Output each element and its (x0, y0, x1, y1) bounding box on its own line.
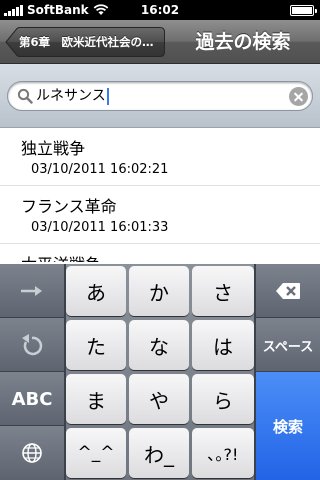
clear-search-button[interactable] (289, 87, 308, 106)
list-item-title: フランス革命 (21, 197, 117, 216)
search-icon (17, 88, 33, 104)
list-item-title: 太平洋戦争 (21, 251, 101, 262)
globe-key[interactable] (0, 426, 64, 480)
kana-key-na[interactable]: な (129, 320, 189, 370)
keyboard-divider (256, 371, 320, 372)
kana-key-ka[interactable]: か (129, 266, 189, 316)
delete-key[interactable] (256, 264, 320, 318)
search-input-value: ルネサンス (36, 88, 106, 104)
search-input-value-wrap: ルネサンス (36, 82, 109, 110)
cursor-arrow-key[interactable] (0, 264, 64, 318)
search-bar: ルネサンス (0, 64, 320, 128)
navigation-bar: 第6章 欧米近代社会の… 過去の検索 (0, 20, 320, 64)
keyboard-divider (0, 371, 64, 372)
list-item[interactable]: 太平洋戦争 (0, 244, 320, 262)
page-title: 過去の検索 (195, 31, 291, 53)
globe-icon (22, 443, 42, 463)
undo-icon (22, 334, 43, 356)
list-item[interactable]: 独立戦争 03/10/2011 16:02:21 (0, 128, 320, 186)
back-button[interactable]: 第6章 欧米近代社会の… (5, 27, 165, 57)
undo-key[interactable] (0, 318, 64, 372)
japanese-kana-keyboard: ABC あ か さ た な は ま や ら ^_^ わ_ ､｡?! スペース 検… (0, 264, 320, 480)
battery-icon (290, 5, 317, 16)
list-item-title: 独立戦争 (21, 139, 86, 158)
kana-key-sa[interactable]: さ (192, 266, 254, 316)
keyboard-divider (0, 425, 64, 426)
list-item-timestamp: 03/10/2011 16:01:33 (31, 220, 169, 235)
search-key[interactable]: 検索 (256, 372, 320, 480)
kana-key-ha[interactable]: は (192, 320, 254, 370)
abc-key[interactable]: ABC (0, 372, 64, 426)
kana-key-dakuten[interactable]: ^_^ (66, 428, 126, 478)
status-bar: SoftBank 16:02 (0, 0, 320, 20)
arrow-right-icon (21, 286, 42, 296)
kana-key-ma[interactable]: ま (66, 374, 126, 424)
search-input[interactable]: ルネサンス (7, 81, 313, 111)
delete-backspace-icon (276, 283, 300, 299)
list-item-timestamp: 03/10/2011 16:02:21 (31, 162, 169, 177)
kana-key-ra[interactable]: ら (192, 374, 254, 424)
battery-fill (292, 7, 312, 14)
space-key[interactable]: スペース (256, 318, 320, 372)
back-button-label: 第6章 欧米近代社会の… (19, 35, 154, 49)
results-list: 独立戦争 03/10/2011 16:02:21 フランス革命 03/10/20… (0, 128, 320, 262)
keyboard-divider (254, 264, 256, 480)
kana-key-ya[interactable]: や (129, 374, 189, 424)
text-caret (106, 87, 109, 105)
keyboard-divider (0, 317, 64, 318)
keyboard-divider (256, 317, 320, 318)
kana-key-wa[interactable]: わ_ (129, 428, 189, 478)
kana-key-a[interactable]: あ (66, 266, 126, 316)
keyboard-divider (64, 264, 66, 480)
kana-key-ta[interactable]: た (66, 320, 126, 370)
kana-key-punctuation[interactable]: ､｡?! (192, 428, 254, 478)
clock: 16:02 (140, 3, 180, 17)
list-item[interactable]: フランス革命 03/10/2011 16:01:33 (0, 186, 320, 244)
